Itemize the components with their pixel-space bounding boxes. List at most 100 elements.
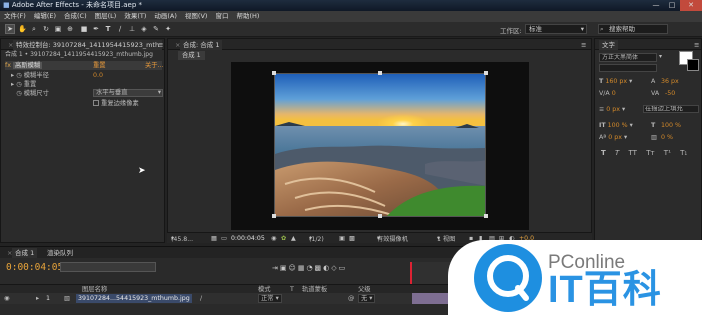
camera-select[interactable]: 有效摄像机 ▾ xyxy=(377,234,408,243)
effect-about-link[interactable]: 关于... xyxy=(145,61,164,70)
menu-layer[interactable]: 图层(L) xyxy=(91,11,121,22)
transform-handle-top-left[interactable] xyxy=(272,71,276,75)
eraser-tool-icon[interactable]: ◈ xyxy=(140,25,148,33)
stopwatch-icon[interactable]: ◷ xyxy=(16,72,22,79)
footage-image[interactable] xyxy=(274,73,486,217)
timeline-current-time[interactable]: 0:00:04:05 xyxy=(6,262,63,273)
all-caps-button[interactable]: TT xyxy=(629,149,637,157)
transform-handle-top-right[interactable] xyxy=(484,71,488,75)
transform-handle-bottom-left[interactable] xyxy=(272,214,276,218)
panel-menu-icon[interactable]: ≡ xyxy=(578,40,589,50)
pan-behind-tool-icon[interactable]: ⊕ xyxy=(66,25,74,33)
tracking-value[interactable]: -50 xyxy=(665,89,675,98)
brush-tool-icon[interactable]: ∕ xyxy=(116,25,124,33)
parent-select[interactable]: 无 ▾ xyxy=(358,294,376,303)
snapshot-icon[interactable]: ◉ xyxy=(271,234,276,243)
expand-arrow-icon[interactable]: ▸ xyxy=(36,294,39,303)
region-icon[interactable]: ▣ xyxy=(339,234,345,243)
puppet-tool-icon[interactable]: ✦ xyxy=(164,25,172,33)
menu-edit[interactable]: 编辑(E) xyxy=(30,11,60,22)
font-size-value[interactable]: 160 px xyxy=(605,78,627,85)
stroke-color-swatch[interactable] xyxy=(687,59,699,71)
font-family-select[interactable]: 方正大黑简体 xyxy=(599,53,657,62)
expand-arrow-icon[interactable]: ▸ xyxy=(11,81,14,88)
faux-italic-button[interactable]: T xyxy=(615,149,619,157)
search-help-input[interactable]: ⌕ 搜索帮助 xyxy=(598,24,668,34)
timeline-search-input[interactable] xyxy=(60,262,156,272)
minimize-button[interactable]: — xyxy=(648,0,664,11)
current-time-display[interactable]: 0:00:04:05 xyxy=(231,234,265,243)
kerning-value[interactable]: 0 xyxy=(612,90,616,97)
transform-handle-top[interactable] xyxy=(378,71,382,75)
font-style-select[interactable] xyxy=(599,64,657,72)
superscript-button[interactable]: T¹ xyxy=(664,149,671,157)
close-button[interactable]: ✕ xyxy=(680,0,702,11)
menu-view[interactable]: 视图(V) xyxy=(181,11,212,22)
color-channel-icon[interactable]: ✿ xyxy=(281,234,286,243)
transparency-grid-icon[interactable]: ▩ xyxy=(349,234,355,243)
shy-layers-icon[interactable]: ☺ xyxy=(289,264,298,272)
zoom-tool-icon[interactable]: ⌕ xyxy=(30,25,38,33)
tab-character[interactable]: 文字 xyxy=(599,40,618,50)
horizontal-scale-value[interactable]: 100 % xyxy=(661,121,681,130)
pen-tool-icon[interactable]: ✒ xyxy=(92,25,100,33)
visibility-eye-icon[interactable]: ◉ xyxy=(4,294,10,303)
blur-dimensions-select[interactable]: 水平与垂直 ▾ xyxy=(93,89,163,97)
tab-effect-controls[interactable]: 特效控制台: 39107284_1411954415923_mth xyxy=(13,40,163,50)
resolution-select[interactable]: (1/2) ▾ xyxy=(309,234,324,243)
camera-tool-icon[interactable]: ▣ xyxy=(54,25,62,33)
menu-help[interactable]: 帮助(H) xyxy=(232,11,263,22)
blend-mode-select[interactable]: 正常 ▾ xyxy=(258,294,282,303)
menu-file[interactable]: 文件(F) xyxy=(0,11,30,22)
draft-3d-icon[interactable]: ▣ xyxy=(280,264,289,272)
channel-icon[interactable]: ▲ xyxy=(291,234,296,243)
lock-icon[interactable]: ▭ xyxy=(339,264,348,272)
playhead-marker[interactable] xyxy=(410,262,412,284)
repeat-edge-checkbox[interactable] xyxy=(93,100,99,106)
menu-animation[interactable]: 动画(A) xyxy=(150,11,181,22)
tab-render-queue[interactable]: 渲染队列 xyxy=(44,248,76,258)
menu-effect[interactable]: 效果(T) xyxy=(120,11,150,22)
keyframe-icon[interactable]: ◇ xyxy=(331,264,338,272)
effect-row-gaussian-blur[interactable]: fx 高斯模糊 重置 关于... xyxy=(5,61,164,70)
brainstorm-icon[interactable]: ▩ xyxy=(315,264,324,272)
type-tool-icon[interactable]: T xyxy=(104,25,112,33)
blur-radius-value[interactable]: 0.0 xyxy=(93,71,103,80)
fx-icon[interactable]: / xyxy=(200,294,202,303)
expand-arrow-icon[interactable]: ▸ xyxy=(11,72,14,79)
comp-flow-button[interactable]: 合成 1 xyxy=(178,51,205,60)
clone-stamp-tool-icon[interactable]: ⊥ xyxy=(128,25,136,33)
leading-value[interactable]: 36 px xyxy=(661,77,679,86)
stopwatch-icon[interactable]: ◷ xyxy=(16,90,22,97)
layer-name[interactable]: 39107284...54415923_mthumb.jpg xyxy=(76,294,192,303)
zoom-select[interactable]: (45.8... ▾ xyxy=(171,234,193,243)
effect-reset-link[interactable]: 重置 xyxy=(93,61,106,70)
tab-comp-1[interactable]: 合成 1 xyxy=(12,248,38,258)
baseline-shift-value[interactable]: 0 px xyxy=(608,134,622,141)
selection-tool-icon[interactable]: ➤ xyxy=(5,24,15,34)
menu-window[interactable]: 窗口 xyxy=(211,11,232,22)
pick-whip-icon[interactable]: @ xyxy=(348,294,354,303)
roto-brush-tool-icon[interactable]: ✎ xyxy=(152,25,160,33)
tsume-value[interactable]: 0 % xyxy=(661,133,673,142)
menu-composition[interactable]: 合成(C) xyxy=(60,11,91,22)
vertical-scale-value[interactable]: 100 % xyxy=(608,122,628,129)
stroke-width-value[interactable]: 0 px xyxy=(606,106,620,113)
workspace-select[interactable]: 标准 ▾ xyxy=(525,24,587,34)
motion-blur-icon[interactable]: ◔ xyxy=(306,264,314,272)
mask-icon[interactable]: ▭ xyxy=(221,234,227,243)
rotate-tool-icon[interactable]: ↻ xyxy=(42,25,50,33)
timeline-layer-row[interactable]: ◉ ▸ 1 ▧ 39107284...54415923_mthumb.jpg /… xyxy=(0,293,470,304)
rectangle-tool-icon[interactable]: ■ xyxy=(80,25,88,33)
views-select[interactable]: 1 视图 ▾ xyxy=(437,234,455,243)
faux-bold-button[interactable]: T xyxy=(601,149,606,157)
subscript-button[interactable]: T₁ xyxy=(680,149,687,157)
tab-composition[interactable]: 合成: 合成 1 xyxy=(180,40,223,50)
small-caps-button[interactable]: Tт xyxy=(646,149,654,157)
hand-tool-icon[interactable]: ✋ xyxy=(18,25,27,33)
maximize-button[interactable]: □ xyxy=(664,0,680,11)
transform-handle-bottom[interactable] xyxy=(378,214,382,218)
comp-mini-flow-icon[interactable]: ⇥ xyxy=(272,264,280,272)
grid-icon[interactable]: ▦ xyxy=(211,234,217,243)
stroke-mode-select[interactable]: 在描边上填充 xyxy=(643,105,699,113)
